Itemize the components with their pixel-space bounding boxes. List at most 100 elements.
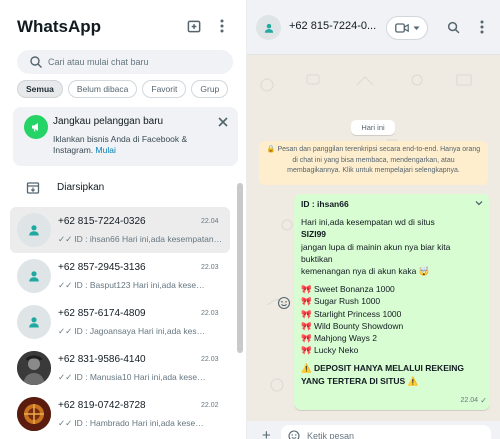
double-check-icon: ✓✓ <box>58 418 73 428</box>
megaphone-icon <box>24 115 48 139</box>
game-item: 🎀 Starlight Princess 1000 <box>301 308 483 320</box>
chat-time: 22.04 <box>201 218 219 225</box>
chat-list-item[interactable]: +62 857-2945-3136 22.03 ✓✓ ID : Basput123… <box>0 253 240 299</box>
promo-body: Iklankan bisnis Anda di Facebook & Insta… <box>53 134 218 156</box>
chevron-down-icon[interactable] <box>473 197 485 209</box>
encryption-notice[interactable]: 🔒 Pesan dan panggilan terenkripsi secara… <box>259 141 488 185</box>
filter-chip-unread[interactable]: Belum dibaca <box>67 80 138 98</box>
chat-list: +62 815-7224-0326 22.04 ✓✓ ID : ihsan66 H… <box>0 207 240 437</box>
chat-preview: ✓✓ID : Jagoansaya Hari ini,ada kesempata… <box>58 326 208 337</box>
chat-time: 22.03 <box>201 310 219 317</box>
chat-preview-text: ID : Hambrado Hari ini,ada kesempatan wd… <box>74 418 208 428</box>
ribbon-icon: 🎀 <box>301 320 312 331</box>
double-check-icon: ✓✓ <box>58 280 73 290</box>
game-name: Sugar Rush 1000 <box>313 296 381 307</box>
chat-name: +62 857-6174-4809 <box>58 308 146 319</box>
chat-name: +62 831-9586-4140 <box>58 354 146 365</box>
chat-list-item[interactable]: +62 819-0742-8728 22.02 ✓✓ ID : Hambrado … <box>0 391 240 437</box>
chat-name: +62 857-2945-3136 <box>58 262 146 273</box>
archive-icon <box>26 182 40 194</box>
promo-text: Iklankan bisnis Anda di Facebook & Insta… <box>53 134 188 155</box>
message-site: SIZI99 <box>301 229 327 240</box>
plus-icon[interactable]: + <box>262 427 271 439</box>
search-icon <box>30 56 42 68</box>
message-time: 22.04 <box>460 396 478 404</box>
emoji-reaction-icon[interactable] <box>277 296 291 310</box>
chat-time: 22.02 <box>201 402 219 409</box>
message-warning: ⚠️ DEPOSIT HANYA MELALUI REKEING YANG TE… <box>301 363 464 386</box>
chat-list-item[interactable]: +62 831-9586-4140 22.03 ✓✓ ID : Manusia10… <box>0 345 240 391</box>
search-icon[interactable] <box>445 19 461 35</box>
chat-time: 22.03 <box>201 356 219 363</box>
photo-avatar <box>17 397 51 431</box>
game-name: Starlight Princess 1000 <box>313 308 402 319</box>
video-camera-icon <box>394 23 409 33</box>
double-check-icon: ✓✓ <box>58 372 73 382</box>
message-line: kemenangan nya di akun kaka 🤯 <box>301 266 430 277</box>
game-item: 🎀 Sweet Bonanza 1000 <box>301 283 483 295</box>
default-avatar-icon <box>17 305 51 339</box>
promo-title: Jangkau pelanggan baru <box>53 116 164 127</box>
archived-label: Diarsipkan <box>57 182 105 193</box>
archived-row[interactable]: Diarsipkan <box>0 178 240 198</box>
ribbon-icon: 🎀 <box>301 308 312 319</box>
chat-list-item[interactable]: +62 857-6174-4809 22.03 ✓✓ ID : Jagoansay… <box>0 299 240 345</box>
video-call-button[interactable] <box>386 16 428 40</box>
chat-list-item[interactable]: +62 815-7224-0326 22.04 ✓✓ ID : ihsan66 H… <box>10 207 230 253</box>
chat-preview: ✓✓ID : Basput123 Hari ini,ada kesempatan… <box>58 280 208 291</box>
ribbon-icon: 🎀 <box>301 296 312 307</box>
chat-preview: ✓✓ ID : ihsan66 Hari ini,ada kesempatan w… <box>58 234 223 245</box>
search-bar <box>17 50 233 74</box>
message-composer: + <box>247 421 500 439</box>
search-input[interactable] <box>48 54 228 70</box>
chat-list-panel: WhatsApp Semua Belum dibaca Favorit Grup… <box>0 0 247 439</box>
filter-chip-all[interactable]: Semua <box>17 80 63 98</box>
lock-icon: 🔒 <box>266 146 276 153</box>
message-line: jangan lupa di mainin akun nya biar kita <box>301 241 451 252</box>
default-avatar-icon <box>17 259 51 293</box>
chat-name: +62 815-7224-0326 <box>58 216 146 227</box>
ribbon-icon: 🎀 <box>301 284 312 295</box>
photo-avatar <box>17 351 51 385</box>
encryption-notice-text: Pesan dan panggilan terenkripsi secara e… <box>277 146 481 174</box>
emoji-icon[interactable] <box>288 430 300 439</box>
game-name: Sweet Bonanza 1000 <box>313 284 395 295</box>
app-title: WhatsApp <box>17 17 102 36</box>
filter-chip-groups[interactable]: Grup <box>191 80 229 98</box>
message-line: Hari ini,ada kesempatan wd di situs <box>301 217 435 228</box>
filter-chips: Semua Belum dibaca Favorit Grup <box>17 80 229 98</box>
new-chat-icon[interactable] <box>184 16 204 36</box>
close-icon[interactable] <box>216 115 230 129</box>
game-name: Lucky Neko <box>313 345 359 356</box>
chat-time: 22.03 <box>201 264 219 271</box>
message-input[interactable] <box>307 429 477 439</box>
conversation-panel: +62 815-7224-0... Hari ini 🔒 Pesan dan p… <box>247 0 500 439</box>
double-check-icon: ✓✓ <box>58 234 73 244</box>
message-line: buktikan <box>301 253 333 264</box>
chat-list-scrollbar[interactable] <box>237 183 243 353</box>
game-item: 🎀 Sugar Rush 1000 <box>301 295 483 307</box>
game-item: 🎀 Mahjong Ways 2 <box>301 332 483 344</box>
promo-link[interactable]: Mulai <box>96 145 116 155</box>
chat-preview-text: ID : ihsan66 Hari ini,ada kesempatan wd … <box>74 234 223 244</box>
default-avatar-icon[interactable] <box>256 15 281 40</box>
chat-preview: ✓✓ID : Hambrado Hari ini,ada kesempatan … <box>58 418 208 429</box>
contact-name[interactable]: +62 815-7224-0... <box>289 20 376 32</box>
chevron-down-icon <box>413 26 419 30</box>
game-name: Wild Bounty Showdown <box>313 320 404 331</box>
ribbon-icon: 🎀 <box>301 333 312 344</box>
outgoing-message-bubble[interactable]: ID : ihsan66 Hari ini,ada kesempatan wd … <box>294 194 490 410</box>
conversation-header: +62 815-7224-0... <box>247 0 500 55</box>
ribbon-icon: 🎀 <box>301 345 312 356</box>
filter-chip-favorites[interactable]: Favorit <box>142 80 187 98</box>
composer-box <box>281 425 491 439</box>
double-check-icon: ✓✓ <box>58 326 73 336</box>
single-check-icon: ✓ <box>480 395 487 405</box>
chat-list-header: WhatsApp <box>0 0 246 52</box>
message-id-line: ID : ihsan66 <box>301 199 349 209</box>
chat-preview-text: ID : Jagoansaya Hari ini,ada kesempatan … <box>74 326 208 336</box>
kebab-menu-icon[interactable] <box>474 19 490 35</box>
kebab-menu-icon[interactable] <box>212 16 232 36</box>
promo-card[interactable]: Jangkau pelanggan baru Iklankan bisnis A… <box>13 107 238 166</box>
chat-preview-text: ID : Basput123 Hari ini,ada kesempatan w… <box>74 280 208 290</box>
